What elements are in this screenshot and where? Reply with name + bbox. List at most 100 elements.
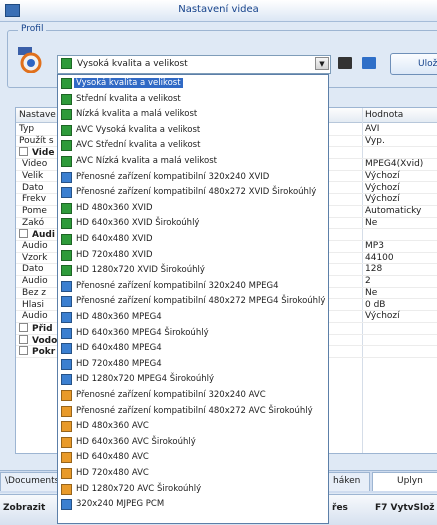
window-title: Nastavení videa [178, 4, 259, 15]
profile-format-icon [61, 140, 72, 152]
dropdown-option[interactable]: HD 720x480 XVID [58, 248, 328, 264]
profile-format-icon [61, 78, 72, 89]
property-name: Dato [22, 182, 44, 193]
help-icon[interactable] [362, 57, 376, 69]
property-name: Audi [19, 229, 55, 240]
property-value: MP3 [365, 241, 384, 251]
property-value: Výchozí [365, 182, 400, 193]
profile-format-icon [61, 421, 72, 433]
profile-format-icon [61, 202, 72, 214]
profile-legend: Profil [18, 24, 47, 34]
dropdown-option[interactable]: AVC Střední kvalita a velikost [58, 138, 328, 154]
dropdown-option[interactable]: Přenosné zařízení kompatibilní 480x272 X… [58, 185, 328, 201]
dropdown-option[interactable]: 320x240 MJPEG PCM [58, 497, 328, 513]
profile-format-icon [61, 483, 72, 495]
dropdown-option[interactable]: HD 480x360 AVC [58, 419, 328, 435]
property-name: Video [22, 159, 48, 170]
dropdown-option[interactable]: HD 640x360 XVID Širokoúhlý [58, 216, 328, 232]
fkey-newfolder-button[interactable]: F7 VytvSlož [375, 503, 435, 513]
dropdown-option-label: Nízká kvalita a malá velikost [76, 109, 198, 120]
dropdown-option-label: AVC Vysoká kvalita a velikost [76, 124, 201, 135]
dropdown-option[interactable]: AVC Vysoká kvalita a velikost [58, 123, 328, 139]
property-name: Velik [22, 170, 44, 181]
tab-uplyn-label: Uplyn [397, 476, 423, 486]
dropdown-option[interactable]: HD 1280x720 MPEG4 Širokoúhlý [58, 372, 328, 388]
property-name: Audio [22, 276, 48, 287]
dropdown-option[interactable]: Přenosné zařízení kompatibilní 320x240 A… [58, 388, 328, 404]
dropdown-option[interactable]: Přenosné zařízení kompatibilní 320x240 M… [58, 279, 328, 295]
dropdown-option-label: HD 480x360 XVID [76, 202, 153, 213]
dropdown-arrow-icon[interactable]: ▼ [315, 57, 329, 70]
property-name: Vzork [22, 252, 48, 263]
profile-format-icon [61, 296, 72, 308]
dropdown-option-label: Střední kvalita a velikost [76, 93, 181, 104]
dropdown-option-label: HD 720x480 XVID [76, 249, 153, 260]
dropdown-option[interactable]: Přenosné zařízení kompatibilní 480x272 A… [58, 404, 328, 420]
property-value: Vyp. [365, 135, 385, 146]
tab-documents[interactable]: \Documents [0, 472, 64, 491]
property-name: Bez z [22, 287, 47, 298]
dropdown-option-label: HD 1280x720 XVID Širokoúhlý [76, 265, 205, 276]
profile-format-icon [61, 374, 72, 386]
cmd-prompt-icon[interactable] [338, 57, 352, 69]
dropdown-option-label: Vysoká kvalita a velikost [74, 78, 183, 88]
dropdown-option[interactable]: Přenosné zařízení kompatibilní 480x272 M… [58, 294, 328, 310]
property-value: AVI [365, 124, 380, 134]
profile-combobox[interactable]: Vysoká kvalita a velikost ▼ [57, 55, 331, 74]
dropdown-option-label: HD 480x360 MPEG4 [76, 312, 162, 322]
dropdown-option[interactable]: Nízká kvalita a malá velikost [58, 107, 328, 123]
dropdown-option[interactable]: HD 1280x720 AVC Širokoúhlý [58, 482, 328, 498]
save-button[interactable]: Uložit [390, 53, 437, 75]
dropdown-option-label: AVC Nízká kvalita a malá velikost [76, 156, 217, 166]
dropdown-option-label: HD 640x480 MPEG4 [76, 343, 162, 354]
profile-avi-icon [18, 47, 42, 73]
profile-format-icon [61, 171, 72, 183]
tab-uplyn[interactable]: Uplyn [372, 472, 437, 491]
profile-format-icon [61, 234, 72, 245]
dropdown-option[interactable]: Přenosné zařízení kompatibilní 320x240 X… [58, 170, 328, 186]
property-name: Audio [22, 311, 48, 322]
property-name: Pome [22, 205, 47, 216]
profile-format-icon [61, 468, 72, 479]
tab-hacken-label: háken [333, 476, 361, 486]
dropdown-option-label: Přenosné zařízení kompatibilní 480x272 A… [76, 405, 313, 416]
tab-hacken[interactable]: háken [328, 472, 370, 491]
fkey-move-button[interactable]: řes [332, 503, 348, 513]
dropdown-option[interactable]: HD 1280x720 XVID Širokoúhlý [58, 263, 328, 279]
dropdown-option-label: HD 640x480 XVID [76, 234, 153, 244]
property-name: Přid [19, 323, 53, 334]
property-name: Hlasi [22, 299, 44, 310]
profile-format-icon [61, 249, 72, 261]
dropdown-option[interactable]: HD 640x480 MPEG4 [58, 341, 328, 357]
profile-format-icon [61, 265, 72, 277]
profile-format-icon [61, 327, 72, 339]
profile-format-icon [61, 124, 72, 136]
property-name: Typ [19, 124, 35, 134]
dropdown-option[interactable]: Vysoká kvalita a velikost [58, 76, 328, 92]
dropdown-option[interactable]: HD 480x360 XVID [58, 201, 328, 217]
dropdown-option-label: HD 640x360 AVC Širokoúhlý [76, 436, 196, 447]
dropdown-option[interactable]: HD 720x480 MPEG4 [58, 357, 328, 373]
dropdown-option[interactable]: Střední kvalita a velikost [58, 92, 328, 108]
column-header-name[interactable]: Nastave [19, 110, 56, 120]
save-button-label: Uložit [418, 59, 437, 69]
profile-format-icon [61, 109, 72, 121]
property-value: Výchozí [365, 311, 400, 322]
profile-format-icon [61, 93, 72, 105]
profile-format-icon [61, 499, 72, 511]
dropdown-option[interactable]: HD 640x360 AVC Širokoúhlý [58, 435, 328, 451]
tab-documents-label: \Documents [5, 476, 60, 486]
dropdown-option-label: HD 720x480 MPEG4 [76, 358, 162, 369]
column-header-value[interactable]: Hodnota [365, 110, 403, 120]
dropdown-option[interactable]: HD 640x480 AVC [58, 450, 328, 466]
dropdown-option-label: AVC Střední kvalita a velikost [76, 140, 201, 151]
fkey-view-button[interactable]: Zobrazit [3, 503, 45, 513]
dropdown-option[interactable]: HD 640x480 XVID [58, 232, 328, 248]
dropdown-option[interactable]: HD 720x480 AVC [58, 466, 328, 482]
dropdown-option[interactable]: HD 640x360 MPEG4 Širokoúhlý [58, 326, 328, 342]
property-value: Výchozí [365, 170, 400, 181]
dropdown-option[interactable]: HD 480x360 MPEG4 [58, 310, 328, 326]
dropdown-option[interactable]: AVC Nízká kvalita a malá velikost [58, 154, 328, 170]
profile-format-icon [61, 436, 72, 448]
dropdown-option-label: HD 480x360 AVC [76, 421, 149, 432]
